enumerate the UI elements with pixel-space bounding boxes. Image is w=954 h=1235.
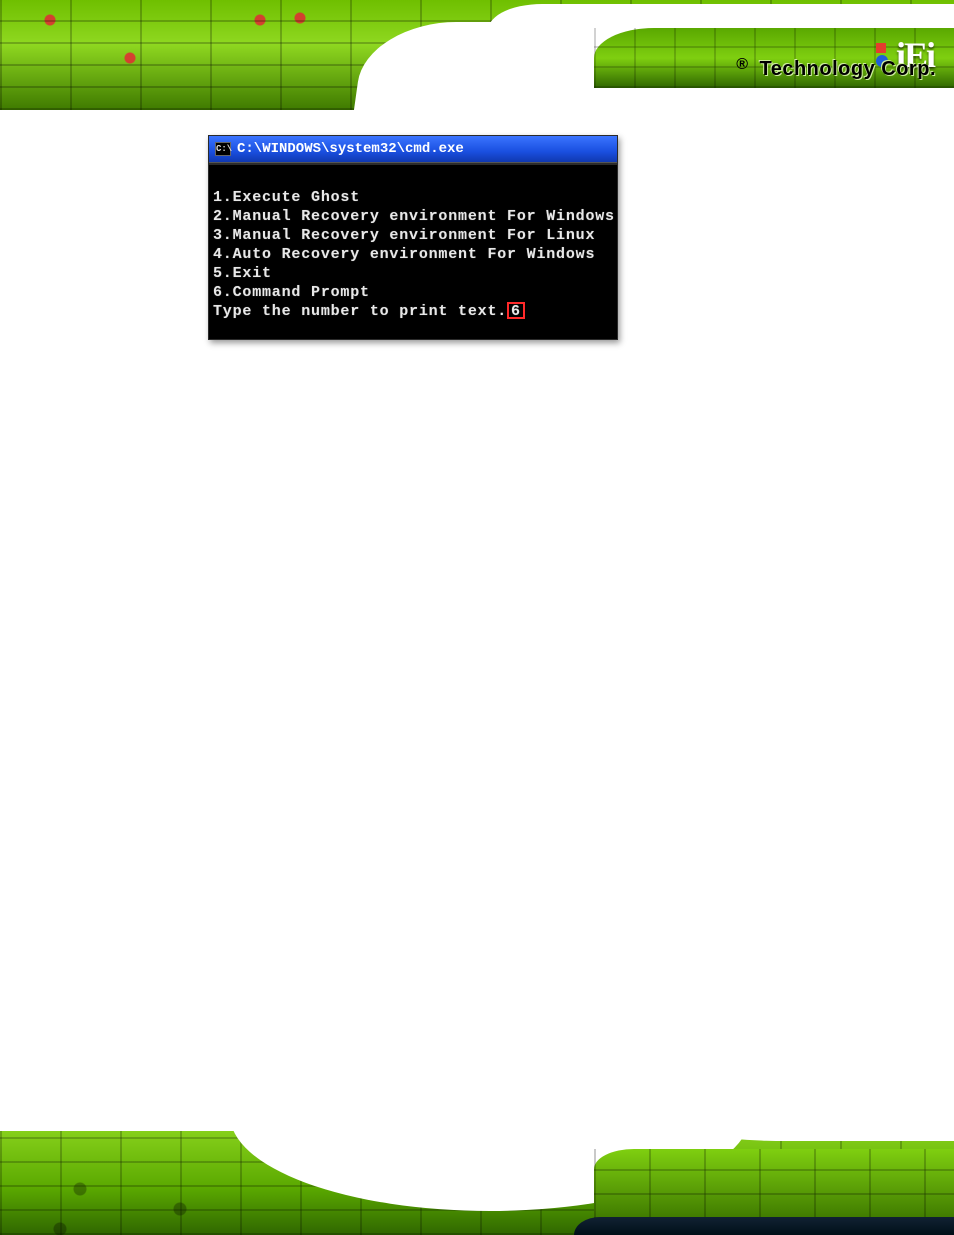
cmd-body[interactable]: 1.Execute Ghost 2.Manual Recovery enviro… — [209, 166, 617, 339]
brand-company-label: Technology Corp — [759, 58, 929, 80]
cmd-icon: C:\ — [215, 142, 231, 156]
cmd-prompt-text: Type the number to print text. — [213, 303, 507, 320]
cmd-window: C:\ C:\WINDOWS\system32\cmd.exe 1.Execut… — [208, 135, 618, 340]
top-decorative-banner — [0, 0, 954, 110]
cmd-title-text: C:\WINDOWS\system32\cmd.exe — [237, 141, 464, 157]
cmd-menu-item-5: 5.Exit — [213, 264, 613, 283]
registered-symbol: ® — [736, 56, 748, 74]
cmd-user-input[interactable]: 6 — [507, 302, 525, 319]
cmd-menu-item-2: 2.Manual Recovery environment For Window… — [213, 207, 613, 226]
brand-company-dot: . — [930, 58, 936, 80]
logo-dot-red — [876, 43, 886, 53]
cmd-menu-item-6: 6.Command Prompt — [213, 283, 613, 302]
bottom-decorative-banner — [0, 1119, 954, 1235]
cmd-menu-item-4: 4.Auto Recovery environment For Windows — [213, 245, 613, 264]
cmd-menu-item-1: 1.Execute Ghost — [213, 188, 613, 207]
bottom-dark-strip — [574, 1217, 954, 1235]
cmd-menu-item-3: 3.Manual Recovery environment For Linux — [213, 226, 613, 245]
bottom-green-strip — [594, 1149, 954, 1219]
cmd-titlebar[interactable]: C:\ C:\WINDOWS\system32\cmd.exe — [209, 136, 617, 162]
brand-company-name: Technology Corp. — [759, 58, 936, 81]
cmd-prompt-line: Type the number to print text.6 — [213, 302, 613, 321]
